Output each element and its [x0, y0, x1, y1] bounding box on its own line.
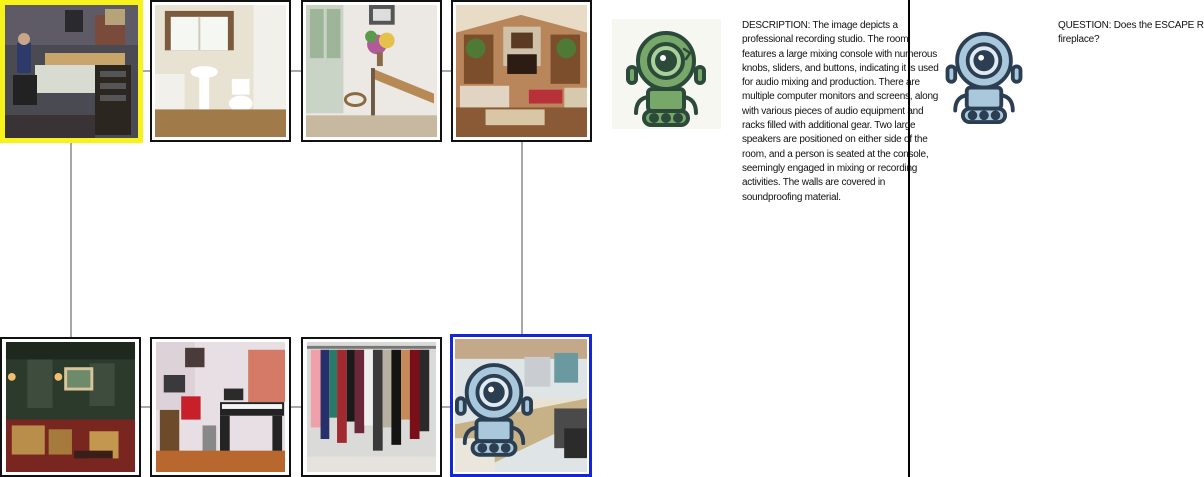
scene-thumb-recording-studio[interactable]	[0, 0, 143, 143]
closet-image	[306, 342, 437, 472]
scene-thumb-music-room[interactable]	[150, 337, 291, 477]
hallway-image	[306, 5, 437, 137]
question-line-1: QUESTION: Does the ESCAPE RO	[1058, 20, 1204, 31]
question-line-2: fireplace?	[1058, 34, 1100, 45]
scene-thumb-hallway[interactable]	[301, 0, 442, 142]
home-theater-image	[5, 342, 136, 472]
music-room-image	[155, 342, 286, 472]
scene-thumb-office-current[interactable]	[450, 334, 592, 477]
robot-icon-agent-marker	[455, 363, 533, 457]
scene-description: DESCRIPTION: The image depicts a profess…	[742, 20, 939, 203]
scene-thumb-living-room[interactable]	[451, 0, 592, 142]
scene-thumb-closet[interactable]	[301, 337, 442, 477]
robot-icon	[945, 31, 1023, 124]
living-room-image	[456, 5, 587, 137]
recording-studio-image	[5, 5, 138, 138]
question-text: QUESTION: Does the ESCAPE RO fireplace?	[1058, 19, 1204, 47]
scene-thumb-home-theater[interactable]	[0, 337, 141, 477]
agent-robot-green-card	[612, 19, 721, 129]
robot-icon	[626, 31, 706, 127]
agent-robot-blue	[944, 28, 1024, 128]
scene-thumb-bathroom[interactable]	[150, 0, 291, 142]
bathroom-image	[155, 5, 286, 137]
panel-divider	[908, 0, 910, 477]
